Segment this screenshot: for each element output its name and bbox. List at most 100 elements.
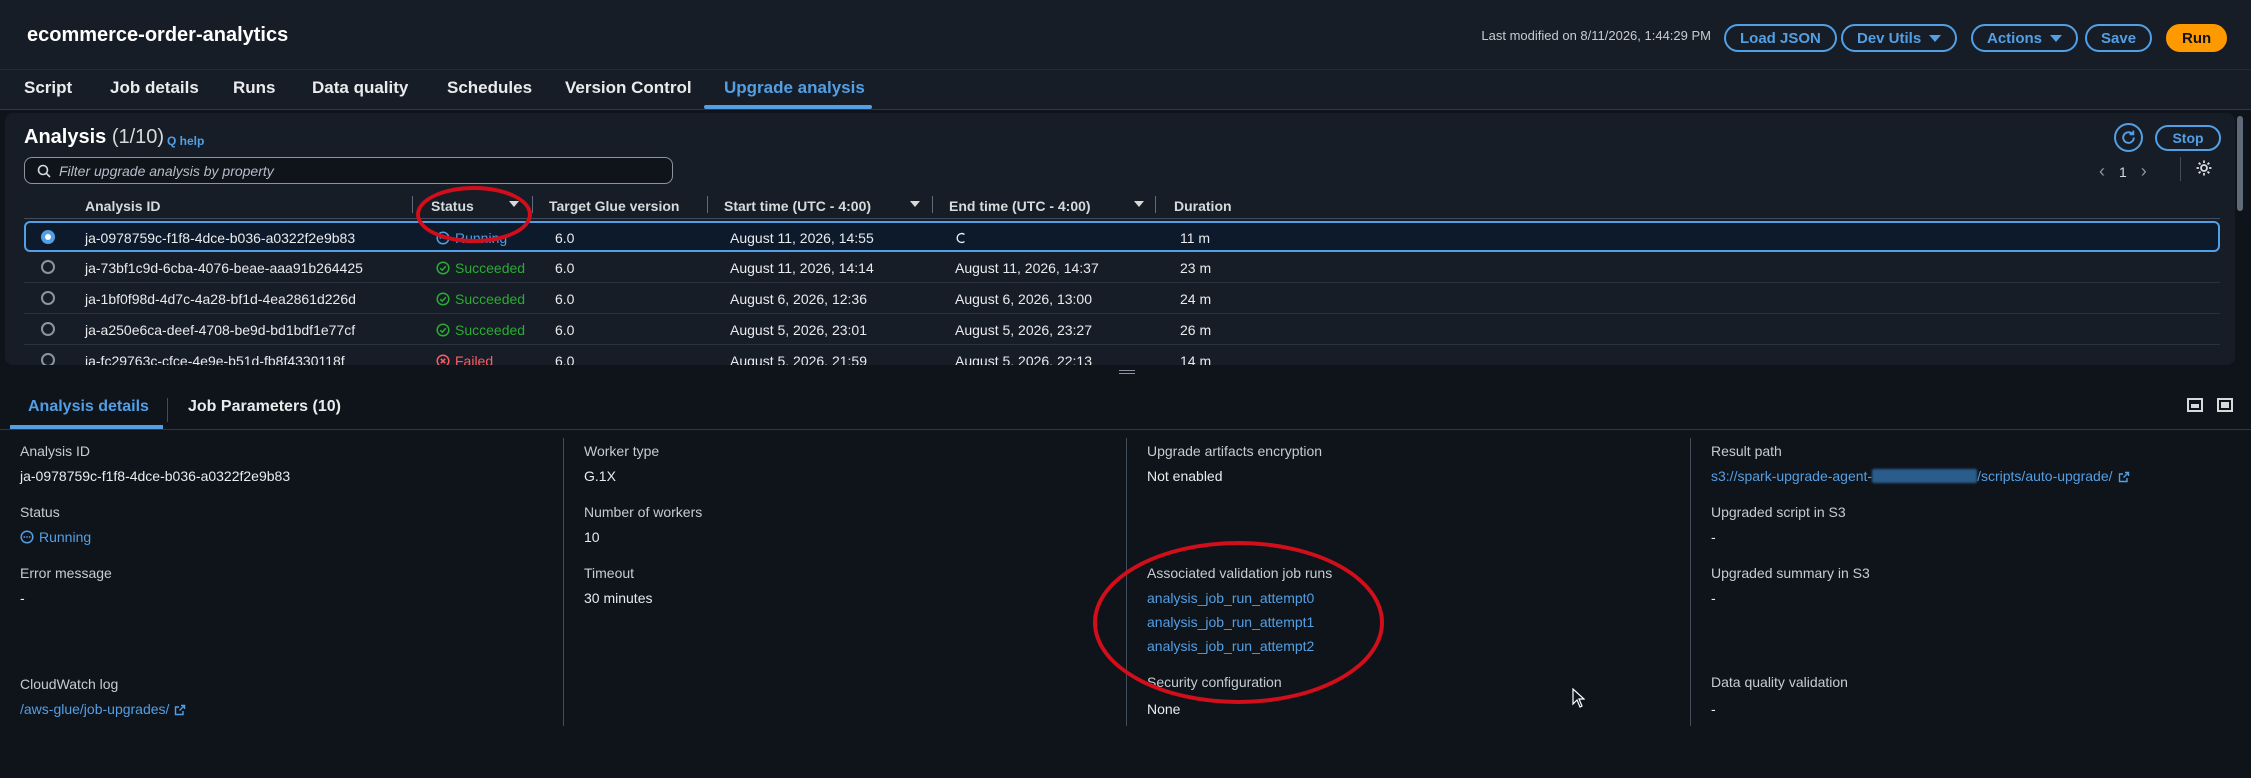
- settings-gear-icon[interactable]: [2195, 159, 2213, 177]
- col-status[interactable]: Status: [431, 198, 474, 214]
- chevron-left-icon[interactable]: ‹: [2099, 161, 2105, 182]
- duration-cell: 11 m: [1180, 230, 1211, 246]
- end-time-cell: August 5, 2026, 23:27: [955, 322, 1092, 338]
- save-button[interactable]: Save: [2085, 24, 2153, 52]
- current-page[interactable]: 1: [2119, 164, 2127, 180]
- dev-utils-button[interactable]: Dev Utils: [1841, 24, 1958, 52]
- data-quality-label: Data quality validation: [1711, 674, 1848, 690]
- status-text: Succeeded: [455, 322, 526, 338]
- analysis-id-cell: ja-fc29763c-cfce-4e9e-b51d-fb8f4330118f: [85, 353, 345, 365]
- validation-run-link[interactable]: analysis_job_run_attempt0: [1147, 590, 1314, 606]
- cloudwatch-log-label: CloudWatch log: [20, 676, 119, 692]
- redacted-bucket-name: [1872, 469, 1978, 483]
- result-path-link[interactable]: s3://spark-upgrade-agent- /scripts/auto-u…: [1711, 468, 2130, 484]
- caret-down-icon: [2050, 34, 2063, 42]
- tab-upgrade-analysis[interactable]: Upgrade analysis: [724, 78, 865, 98]
- sort-caret-icon[interactable]: [1134, 201, 1144, 207]
- row-radio[interactable]: [41, 291, 55, 305]
- column-divider: [532, 196, 533, 213]
- run-label: Run: [2182, 29, 2212, 47]
- analysis-id-cell: ja-73bf1c9d-6cba-4076-beae-aaa91b264425: [85, 260, 363, 276]
- column-divider: [707, 196, 708, 213]
- q-help-link[interactable]: Q help: [167, 134, 204, 148]
- error-message-value: -: [20, 590, 25, 606]
- filter-input[interactable]: [59, 162, 659, 180]
- details-tabs: Analysis details Job Parameters (10): [0, 390, 2251, 430]
- row-radio[interactable]: [41, 230, 55, 244]
- validation-run-link[interactable]: analysis_job_run_attempt1: [1147, 614, 1314, 630]
- status-value-text: Running: [39, 529, 92, 545]
- split-panel-full-icon[interactable]: [2217, 398, 2233, 412]
- status-value: Running: [20, 529, 91, 545]
- success-check-icon: [436, 261, 450, 275]
- stop-button[interactable]: Stop: [2155, 125, 2221, 151]
- row-radio[interactable]: [41, 322, 55, 336]
- table-header: Analysis ID Status Target Glue version S…: [24, 191, 2220, 219]
- cloudwatch-log-link[interactable]: /aws-glue/job-upgrades/: [20, 701, 186, 717]
- tab-data-quality[interactable]: Data quality: [312, 78, 408, 98]
- sort-caret-icon[interactable]: [910, 201, 920, 207]
- load-json-button[interactable]: Load JSON: [1724, 24, 1837, 52]
- end-time-cell: August 5, 2026, 22:13: [955, 353, 1092, 365]
- load-json-label: Load JSON: [1740, 29, 1821, 47]
- analysis-id-value: ja-0978759c-f1f8-4dce-b036-a0322f2e9b83: [20, 468, 291, 484]
- run-button[interactable]: Run: [2166, 24, 2228, 52]
- analysis-id-cell: ja-1bf0f98d-4d7c-4a28-bf1d-4ea2861d226d: [85, 291, 356, 307]
- tab-analysis-details[interactable]: Analysis details: [28, 398, 149, 416]
- result-path-suffix[interactable]: /scripts/auto-upgrade/: [1977, 468, 2112, 484]
- col-start-time[interactable]: Start time (UTC - 4:00): [724, 198, 871, 214]
- version-cell: 6.0: [555, 322, 575, 338]
- loading-spinner-icon: [956, 232, 965, 244]
- cloudwatch-log-text[interactable]: /aws-glue/job-upgrades/: [20, 701, 169, 717]
- col-end-time[interactable]: End time (UTC - 4:00): [949, 198, 1091, 214]
- duration-cell: 14 m: [1180, 353, 1212, 365]
- refresh-icon: [2122, 130, 2135, 144]
- table-row[interactable]: ja-a250e6ca-deef-4708-be9d-bd1bdf1e77cf …: [24, 314, 2220, 345]
- status-text: Succeeded: [455, 291, 526, 307]
- table-row[interactable]: ja-1bf0f98d-4d7c-4a28-bf1d-4ea2861d226d …: [24, 283, 2220, 314]
- sort-caret-icon[interactable]: [509, 201, 519, 207]
- tab-schedules[interactable]: Schedules: [447, 78, 532, 98]
- split-panel-bottom-icon[interactable]: [2187, 398, 2203, 412]
- start-time-cell: August 5, 2026, 23:01: [730, 322, 867, 338]
- upgraded-script-label: Upgraded script in S3: [1711, 504, 1846, 520]
- resize-handle[interactable]: [1119, 370, 1135, 376]
- app-header: ecommerce-order-analytics Last modified …: [0, 0, 2251, 70]
- version-cell: 6.0: [555, 260, 575, 276]
- table-row[interactable]: ja-73bf1c9d-6cba-4076-beae-aaa91b264425 …: [24, 252, 2220, 283]
- analysis-id-cell: ja-a250e6ca-deef-4708-be9d-bd1bdf1e77cf: [85, 322, 356, 338]
- col-analysis-id[interactable]: Analysis ID: [85, 198, 160, 214]
- external-link-icon: [2118, 471, 2129, 483]
- tab-runs[interactable]: Runs: [233, 78, 276, 98]
- analysis-scrollbar[interactable]: [2235, 116, 2245, 364]
- analysis-title: Analysis (1/10): [24, 126, 164, 149]
- status-cell: Succeeded: [436, 291, 525, 307]
- tab-script[interactable]: Script: [24, 78, 72, 98]
- status-cell: Succeeded: [436, 322, 525, 338]
- workers-label: Number of workers: [584, 504, 703, 520]
- security-config-value: None: [1147, 701, 1181, 717]
- scrollbar-thumb[interactable]: [2237, 116, 2243, 211]
- result-path-prefix[interactable]: s3://spark-upgrade-agent-: [1711, 468, 1872, 484]
- actions-button[interactable]: Actions: [1971, 24, 2079, 52]
- end-time-cell: August 11, 2026, 14:37: [955, 260, 1099, 276]
- tab-job-details[interactable]: Job details: [110, 78, 199, 98]
- validation-run-link[interactable]: analysis_job_run_attempt2: [1147, 638, 1314, 654]
- row-radio[interactable]: [41, 353, 55, 365]
- analysis-panel: Analysis (1/10) Q help Stop ‹ 1 › Analys…: [5, 113, 2235, 365]
- timeout-label: Timeout: [584, 565, 635, 581]
- tab-version-control[interactable]: Version Control: [565, 78, 692, 98]
- row-radio[interactable]: [41, 260, 55, 274]
- status-text: Running: [455, 230, 508, 246]
- last-modified-text: Last modified on 8/11/2026, 1:44:29 PM: [1481, 28, 1711, 43]
- column-divider: [563, 438, 564, 726]
- col-duration[interactable]: Duration: [1174, 198, 1232, 214]
- table-row[interactable]: ja-0978759c-f1f8-4dce-b036-a0322f2e9b83 …: [24, 221, 2220, 252]
- column-divider: [1126, 438, 1127, 726]
- tab-job-parameters[interactable]: Job Parameters (10): [188, 398, 341, 416]
- col-target-glue-version[interactable]: Target Glue version: [549, 198, 679, 214]
- table-row[interactable]: ja-fc29763c-cfce-4e9e-b51d-fb8f4330118f …: [24, 345, 2220, 365]
- refresh-button[interactable]: [2114, 123, 2143, 152]
- mouse-cursor-icon: [1572, 688, 1585, 708]
- chevron-right-icon[interactable]: ›: [2141, 161, 2147, 182]
